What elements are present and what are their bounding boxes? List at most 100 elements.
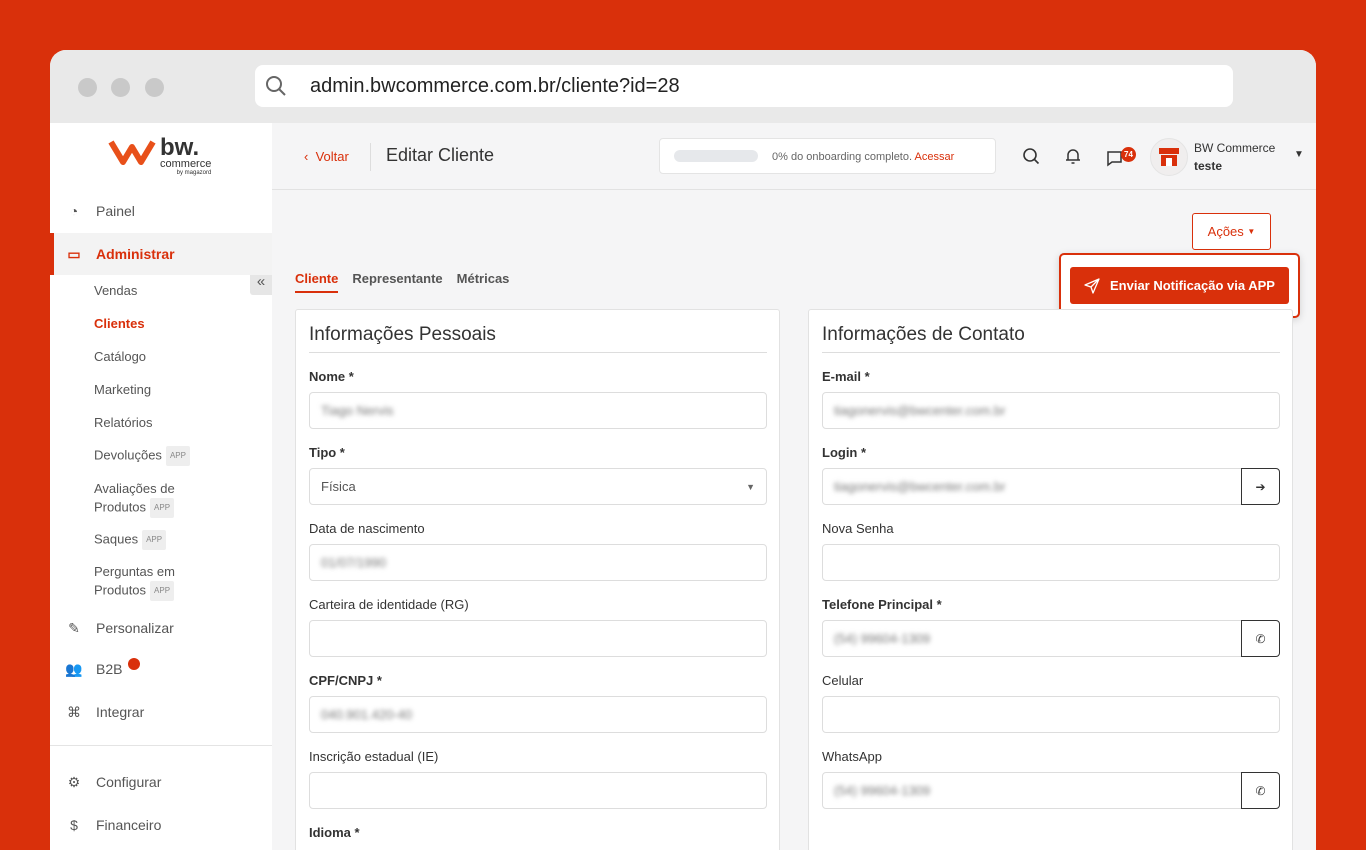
label: Devoluções	[94, 447, 162, 463]
login-as-button[interactable]: ➔	[1241, 468, 1280, 505]
sidebar-sub-catalogo[interactable]: Catálogo	[94, 348, 146, 366]
user-store: teste	[1194, 159, 1223, 173]
whatsapp-button[interactable]: ✆	[1241, 772, 1280, 809]
store-icon	[1159, 148, 1179, 166]
search-icon	[266, 76, 286, 96]
tabs: Cliente Representante Métricas	[295, 271, 509, 293]
type-select[interactable]: Física ▼	[309, 468, 767, 505]
ie-input[interactable]	[309, 772, 767, 809]
value: 01/07/1990	[321, 555, 387, 570]
gear-icon: ⚙	[67, 773, 81, 790]
bell-icon[interactable]	[1064, 147, 1082, 165]
window-close[interactable]	[78, 78, 97, 97]
sidebar-sub-marketing[interactable]: Marketing	[94, 381, 151, 399]
users-icon: 👥	[65, 660, 83, 677]
app-badge: APP	[150, 498, 175, 518]
field-label: Data de nascimento	[309, 521, 425, 536]
send-notification-button[interactable]: Enviar Notificação via APP	[1070, 267, 1289, 304]
sidebar-sub-relatorios[interactable]: Relatórios	[94, 414, 153, 432]
send-notification-label: Enviar Notificação via APP	[1110, 278, 1275, 293]
top-header: ‹ Voltar Editar Cliente 0% do onboarding…	[272, 123, 1316, 190]
send-icon	[1084, 277, 1100, 294]
window-maximize[interactable]	[145, 78, 164, 97]
sidebar-item-configurar[interactable]: ⚙ Configurar	[50, 762, 272, 802]
whatsapp-button[interactable]: ✆	[1241, 620, 1280, 657]
onboarding-widget: 0% do onboarding completo. Acessar	[659, 138, 996, 174]
new-password-input[interactable]	[822, 544, 1280, 581]
app-badge: APP	[142, 530, 167, 550]
sidebar-sub-clientes[interactable]: Clientes	[94, 315, 145, 333]
field-label: CPF/CNPJ *	[309, 673, 382, 688]
command-icon: ⌘	[67, 703, 81, 720]
sidebar-item-financeiro[interactable]: $ Financeiro	[50, 805, 272, 845]
personal-info-card: Informações Pessoais Nome * Tiago Nervis…	[295, 309, 780, 850]
sidebar-item-integrar[interactable]: ⌘ Integrar	[50, 692, 272, 732]
logo-by: by magazord	[176, 170, 212, 176]
search-icon[interactable]	[1022, 147, 1040, 165]
field-label: Nome *	[309, 369, 354, 384]
contact-info-card: Informações de Contato E-mail * tiagoner…	[808, 309, 1293, 850]
browser-window: admin.bwcommerce.com.br/cliente?id=28 bw…	[50, 50, 1316, 850]
actions-label: Ações	[1207, 224, 1244, 239]
tab-representante[interactable]: Representante	[352, 271, 442, 293]
login-input[interactable]: tiagonervis@bwcenter.com.br	[822, 468, 1242, 505]
sidebar-sub-perguntas[interactable]: Perguntas em Produtos APP	[94, 563, 194, 601]
sidebar-item-b2b[interactable]: 👥 B2B	[50, 649, 272, 689]
mobile-input[interactable]	[822, 696, 1280, 733]
sign-in-icon: ➔	[1255, 479, 1266, 494]
avatar[interactable]	[1150, 138, 1188, 176]
value: 040.901.420-40	[321, 707, 413, 722]
sidebar-item-label: Configurar	[96, 774, 162, 790]
divider	[370, 143, 371, 171]
sidebar-sub-saques[interactable]: Saques APP	[94, 530, 167, 550]
value: (54) 99604-1309	[834, 783, 931, 798]
browser-toolbar: admin.bwcommerce.com.br/cliente?id=28	[50, 50, 1316, 123]
field-label: Idioma *	[309, 825, 360, 840]
field-label: Nova Senha	[822, 521, 894, 536]
email-input[interactable]: tiagonervis@bwcenter.com.br	[822, 392, 1280, 429]
whatsapp-input[interactable]: (54) 99604-1309	[822, 772, 1242, 809]
user-menu[interactable]: BW Commerce teste	[1194, 139, 1275, 175]
main-phone-input[interactable]: (54) 99604-1309	[822, 620, 1242, 657]
actions-button[interactable]: Ações ▼	[1192, 213, 1271, 250]
address-bar[interactable]: admin.bwcommerce.com.br/cliente?id=28	[255, 65, 1233, 107]
tab-cliente[interactable]: Cliente	[295, 271, 339, 293]
tab-metricas[interactable]: Métricas	[457, 271, 510, 293]
logo-mark-icon	[108, 140, 156, 165]
logo-sub: commerce	[160, 158, 212, 170]
pie-chart-icon: ◔	[69, 203, 79, 219]
field-label: Inscrição estadual (IE)	[309, 749, 439, 764]
birthdate-input[interactable]: 01/07/1990	[309, 544, 767, 581]
sidebar-item-painel[interactable]: ◔ Painel	[50, 191, 272, 231]
pencil-icon: ✎	[68, 619, 80, 636]
back-label: Voltar	[315, 149, 349, 164]
sidebar-item-label: Personalizar	[96, 620, 174, 636]
cpf-input[interactable]: 040.901.420-40	[309, 696, 767, 733]
onboarding-text: 0% do onboarding completo.	[772, 151, 913, 163]
onboarding-link[interactable]: Acessar	[915, 151, 955, 163]
sidebar-sub-avaliacoes[interactable]: Avaliações de Produtos APP	[94, 480, 204, 518]
value: tiagonervis@bwcenter.com.br	[834, 403, 1006, 418]
url-text: admin.bwcommerce.com.br/cliente?id=28	[310, 74, 680, 97]
field-label: Tipo *	[309, 445, 345, 460]
app-badge: APP	[165, 446, 190, 466]
sidebar-item-label: Administrar	[96, 246, 175, 262]
sidebar-item-personalizar[interactable]: ✎ Personalizar	[50, 608, 272, 648]
sidebar-item-administrar[interactable]: ▭ Administrar	[50, 233, 272, 275]
dollar-icon: $	[70, 817, 78, 833]
whatsapp-icon: ✆	[1255, 783, 1266, 798]
back-link[interactable]: ‹ Voltar	[304, 149, 349, 164]
window-minimize[interactable]	[111, 78, 130, 97]
name-input[interactable]: Tiago Nervis	[309, 392, 767, 429]
caret-down-icon[interactable]: ▼	[1294, 149, 1304, 160]
logo-brand: bw.	[160, 134, 200, 161]
rg-input[interactable]	[309, 620, 767, 657]
value: Física	[321, 479, 356, 494]
sidebar-item-label: Financeiro	[96, 817, 162, 833]
whatsapp-icon: ✆	[1255, 631, 1266, 646]
sidebar-sub-devolucoes[interactable]: Devoluções APP	[94, 446, 190, 466]
logo: bw. commerce by magazord	[108, 134, 212, 176]
sidebar-sub-vendas[interactable]: Vendas	[94, 282, 137, 300]
field-label: Celular	[822, 673, 864, 688]
sidebar-item-label: Integrar	[96, 704, 145, 720]
